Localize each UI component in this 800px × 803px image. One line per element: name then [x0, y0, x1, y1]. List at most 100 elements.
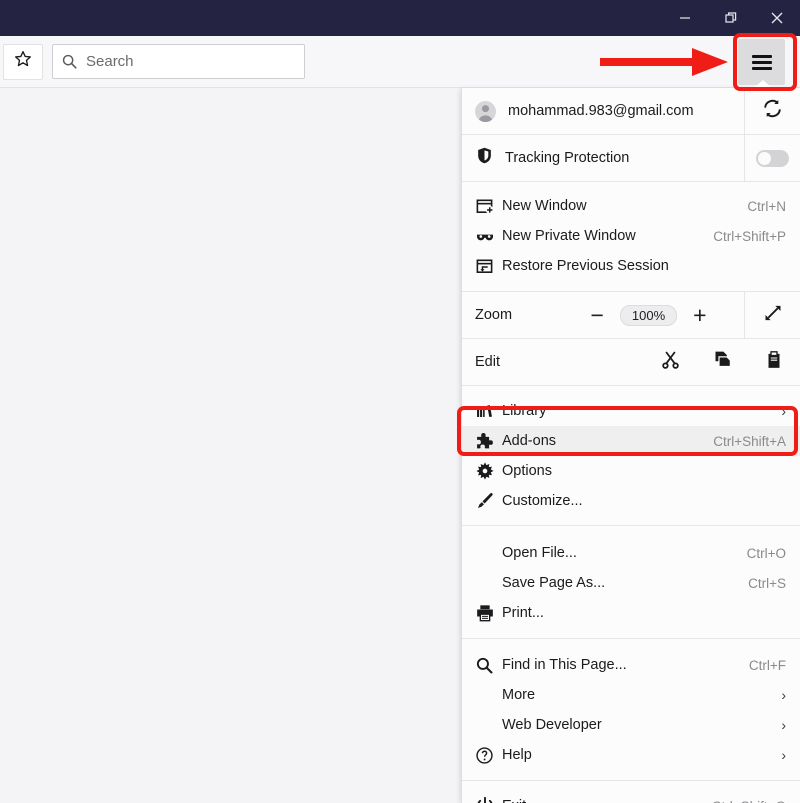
- account-row[interactable]: mohammad.983@gmail.com: [462, 88, 800, 134]
- menu-section-files: Open File... Ctrl+O Save Page As... Ctrl…: [462, 526, 800, 639]
- menu-item-new-window[interactable]: New Window Ctrl+N: [462, 191, 800, 221]
- menu-item-print[interactable]: Print...: [462, 598, 800, 628]
- zoom-out-button[interactable]: −: [590, 303, 603, 327]
- clipboard-icon[interactable]: [764, 350, 784, 375]
- menu-section-windows: New Window Ctrl+N New Private Window Ctr…: [462, 182, 800, 292]
- menu-item-customize[interactable]: Customize...: [462, 486, 800, 516]
- menu-item-label: Find in This Page...: [502, 657, 627, 673]
- fullscreen-icon: [763, 303, 783, 328]
- menu-item-addons[interactable]: Add-ons Ctrl+Shift+A: [462, 426, 800, 456]
- menu-button[interactable]: [738, 39, 785, 85]
- search-placeholder: Search: [86, 53, 134, 70]
- search-icon: [475, 656, 502, 675]
- menu-section-find: Find in This Page... Ctrl+F More › Web D…: [462, 639, 800, 781]
- menu-item-label: Print...: [502, 605, 544, 621]
- menu-item-exit[interactable]: Exit Ctrl+Shift+Q: [462, 781, 800, 803]
- star-icon: [13, 49, 33, 74]
- minimize-icon: [677, 10, 693, 26]
- menu-pointer-arrow: [752, 80, 774, 90]
- close-button[interactable]: [754, 0, 800, 36]
- tracking-protection-row[interactable]: Tracking Protection: [462, 135, 800, 181]
- edit-label: Edit: [475, 354, 500, 370]
- help-icon: [475, 746, 502, 765]
- minimize-button[interactable]: [662, 0, 708, 36]
- edit-row: Edit: [462, 339, 800, 385]
- fullscreen-button[interactable]: [744, 292, 800, 338]
- library-icon: [475, 402, 502, 421]
- printer-icon: [475, 603, 502, 623]
- browser-window: Search mohammad.983@gmail.com Tracking P…: [0, 0, 800, 803]
- zoom-row: Zoom − 100% +: [462, 292, 800, 338]
- menu-item-shortcut: Ctrl+F: [748, 657, 786, 673]
- menu-item-find-in-page[interactable]: Find in This Page... Ctrl+F: [462, 650, 800, 680]
- restore-button[interactable]: [708, 0, 754, 36]
- new-window-icon: [475, 197, 502, 216]
- gear-icon: [475, 461, 502, 481]
- search-icon: [61, 53, 78, 70]
- menu-item-shortcut: Ctrl+O: [746, 545, 786, 561]
- title-bar: [0, 0, 800, 36]
- menu-item-label: Exit: [502, 798, 712, 803]
- browser-toolbar: Search: [0, 36, 800, 88]
- shield-icon: [475, 146, 494, 170]
- avatar-icon: [475, 100, 496, 122]
- menu-section-edit: Edit: [462, 339, 800, 386]
- zoom-in-button[interactable]: +: [693, 303, 706, 327]
- addons-icon: [475, 431, 502, 451]
- menu-item-label: Add-ons: [502, 433, 557, 449]
- menu-section-tracking: Tracking Protection: [462, 135, 800, 182]
- menu-item-web-developer[interactable]: Web Developer ›: [462, 710, 800, 740]
- menu-item-shortcut: Ctrl+Shift+A: [713, 433, 786, 449]
- menu-section-exit: Exit Ctrl+Shift+Q: [462, 781, 800, 803]
- chevron-right-icon: ›: [781, 687, 786, 703]
- chevron-right-icon: ›: [781, 403, 786, 419]
- menu-item-restore-previous-session[interactable]: Restore Previous Session: [462, 251, 800, 281]
- menu-item-label: New Window: [502, 198, 587, 214]
- application-menu-panel: mohammad.983@gmail.com Tracking Protecti…: [461, 88, 800, 803]
- zoom-label: Zoom: [475, 307, 513, 323]
- menu-item-label: More: [502, 687, 536, 703]
- restore-session-icon: [475, 257, 502, 276]
- menu-item-label: Restore Previous Session: [502, 258, 669, 274]
- menu-item-label: Customize...: [502, 493, 583, 509]
- menu-item-save-page-as[interactable]: Save Page As... Ctrl+S: [462, 568, 800, 598]
- power-icon: [475, 796, 502, 803]
- menu-item-label: Web Developer: [502, 717, 602, 733]
- menu-item-shortcut: Ctrl+S: [748, 575, 786, 591]
- copy-icon[interactable]: [712, 349, 733, 375]
- menu-item-shortcut: Ctrl+Shift+Q: [712, 799, 786, 803]
- menu-item-more[interactable]: More ›: [462, 680, 800, 710]
- menu-section-zoom: Zoom − 100% +: [462, 292, 800, 339]
- scissors-icon[interactable]: [660, 349, 681, 375]
- menu-section-account: mohammad.983@gmail.com: [462, 88, 800, 135]
- restore-icon: [723, 10, 739, 26]
- menu-item-new-private-window[interactable]: New Private Window Ctrl+Shift+P: [462, 221, 800, 251]
- menu-item-options[interactable]: Options: [462, 456, 800, 486]
- tracking-protection-toggle[interactable]: [744, 135, 800, 181]
- bookmark-button[interactable]: [3, 43, 43, 80]
- search-field[interactable]: Search: [52, 44, 305, 79]
- menu-item-help[interactable]: Help ›: [462, 740, 800, 770]
- menu-item-label: New Private Window: [502, 228, 636, 244]
- menu-item-label: Save Page As...: [502, 575, 606, 591]
- zoom-level-button[interactable]: 100%: [619, 304, 678, 326]
- hamburger-icon: [751, 52, 772, 73]
- sync-button[interactable]: [744, 88, 800, 134]
- private-window-icon: [475, 226, 502, 246]
- menu-item-label: Help: [502, 747, 532, 763]
- menu-item-library[interactable]: Library ›: [462, 396, 800, 426]
- menu-item-open-file[interactable]: Open File... Ctrl+O: [462, 538, 800, 568]
- menu-item-label: Open File...: [502, 545, 577, 561]
- menu-item-shortcut: Ctrl+N: [747, 198, 786, 214]
- menu-item-label: Options: [502, 463, 552, 479]
- account-email: mohammad.983@gmail.com: [508, 103, 694, 119]
- menu-item-label: Library: [502, 403, 547, 419]
- close-icon: [768, 9, 786, 27]
- chevron-right-icon: ›: [781, 717, 786, 733]
- sync-icon: [762, 98, 783, 124]
- chevron-right-icon: ›: [781, 747, 786, 763]
- brush-icon: [475, 491, 502, 511]
- menu-item-shortcut: Ctrl+Shift+P: [713, 228, 786, 244]
- tracking-protection-label: Tracking Protection: [505, 150, 630, 166]
- menu-section-tools: Library › Add-ons Ctrl+Shift+A Options C…: [462, 386, 800, 526]
